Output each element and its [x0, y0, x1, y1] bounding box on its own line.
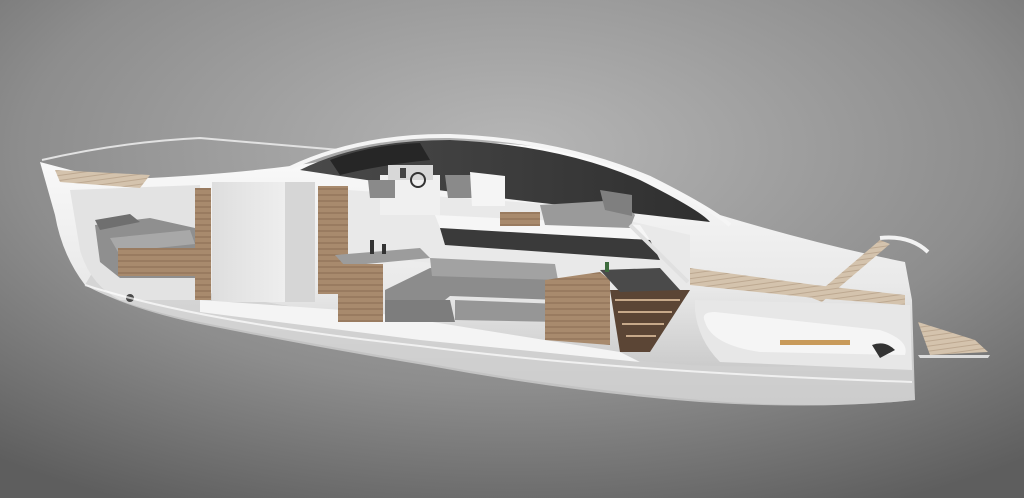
- cabin-door-forward: [195, 188, 211, 300]
- yacht-cutaway-scene: [0, 0, 1024, 498]
- yacht-cutaway-image: [0, 0, 1024, 498]
